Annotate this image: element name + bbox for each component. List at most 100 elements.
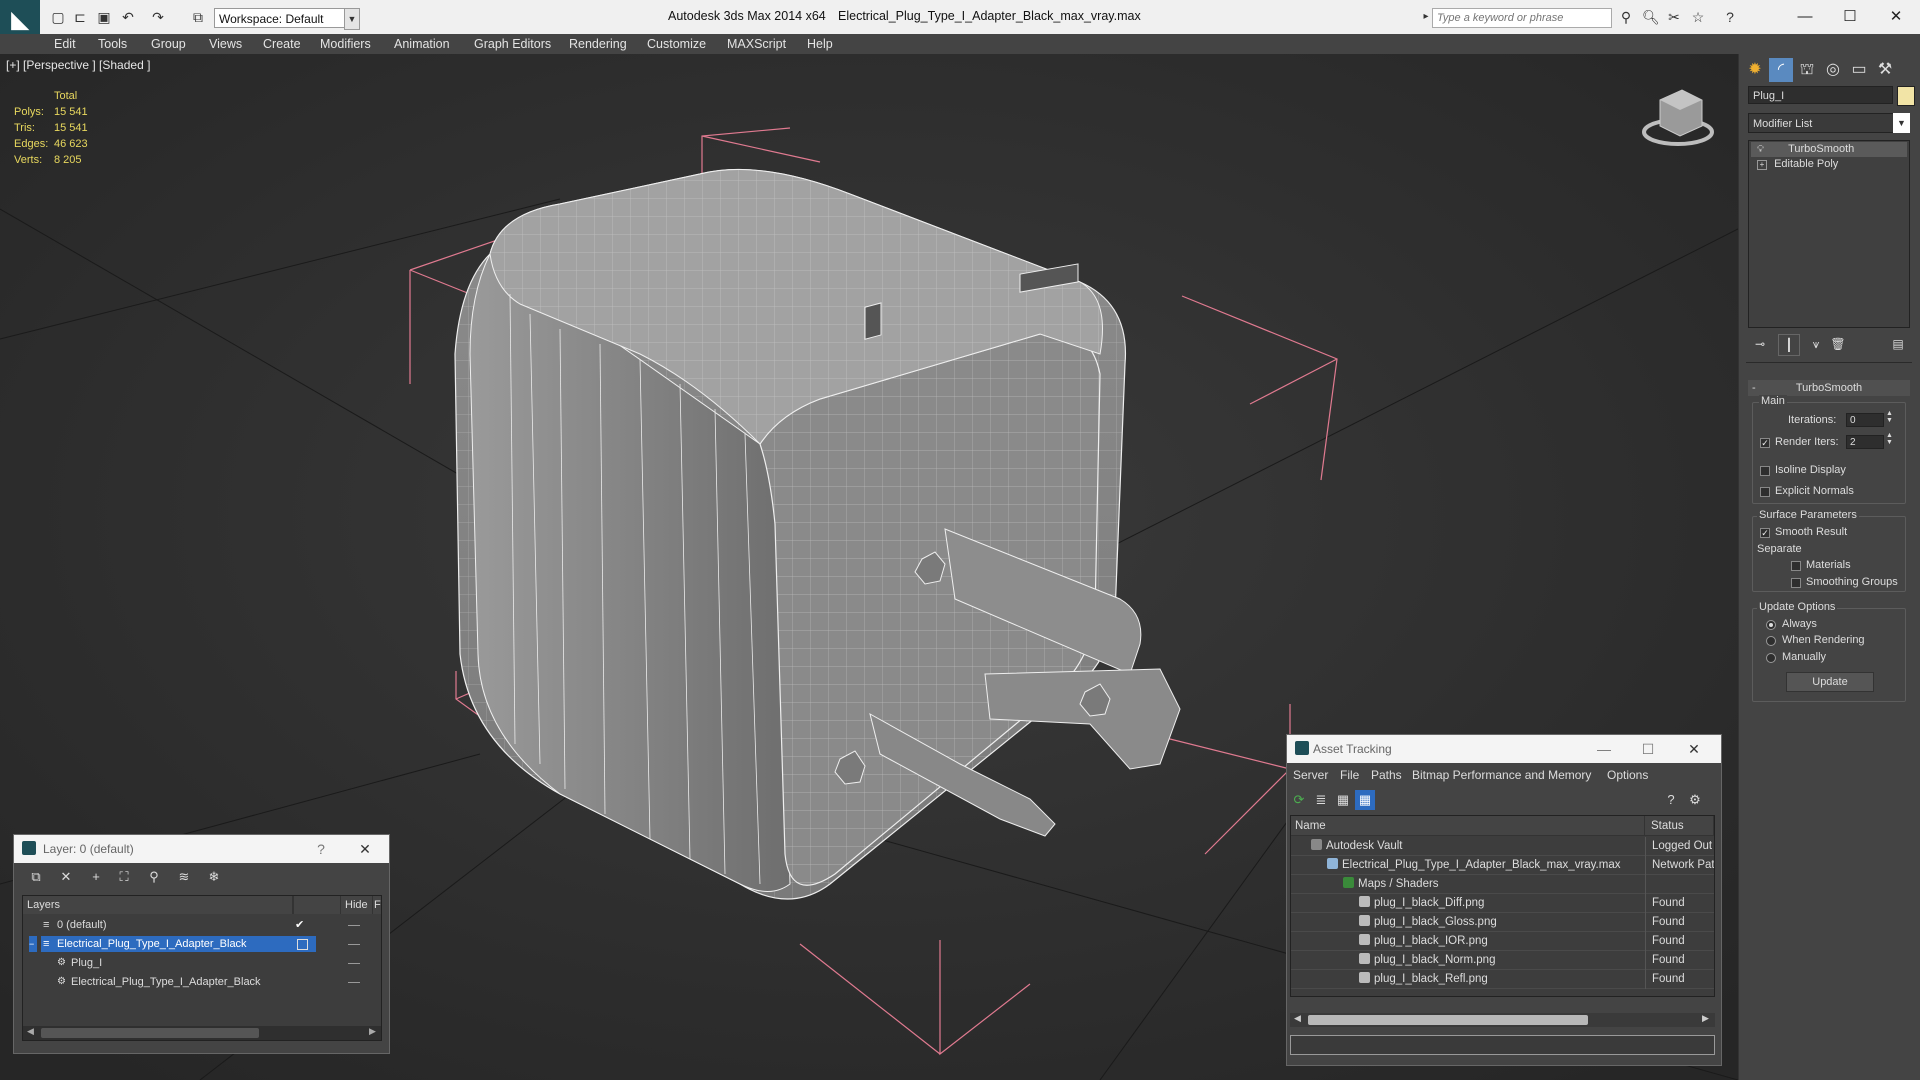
refresh-icon[interactable]: ⟳ bbox=[1289, 790, 1309, 810]
close-icon[interactable]: ✕ bbox=[1677, 737, 1711, 761]
scrollbar-thumb[interactable] bbox=[41, 1028, 259, 1038]
chevron-down-icon[interactable]: ▼ bbox=[344, 8, 360, 30]
menu-modifiers[interactable]: Modifiers bbox=[320, 34, 371, 54]
smoothing-groups-checkbox[interactable] bbox=[1791, 578, 1801, 588]
workspace-dropdown[interactable]: Workspace: Default bbox=[214, 8, 350, 28]
menu-create[interactable]: Create bbox=[263, 34, 301, 54]
maximize-icon[interactable]: ☐ bbox=[1631, 737, 1665, 761]
spinner-arrows-icon[interactable]: ▲ ▼ bbox=[1886, 432, 1893, 446]
help-button[interactable]: ? bbox=[304, 837, 338, 861]
asset-menu-paths[interactable]: Paths bbox=[1371, 764, 1402, 786]
search-icon[interactable]: 🔍︎ bbox=[1642, 9, 1660, 25]
active-layer-check-icon[interactable]: ✔ bbox=[295, 917, 304, 933]
pin-stack-icon[interactable]: ⊸ bbox=[1750, 334, 1770, 354]
motion-tab-icon[interactable]: ◎ bbox=[1821, 58, 1845, 82]
menu-group[interactable]: Group bbox=[151, 34, 186, 54]
scroll-right-icon[interactable]: ▶ bbox=[369, 1026, 376, 1037]
smooth-result-checkbox[interactable]: ✓ bbox=[1760, 528, 1770, 538]
expand-icon[interactable]: − bbox=[29, 936, 37, 952]
settings-icon[interactable]: ⚙ bbox=[1685, 790, 1705, 810]
horizontal-scrollbar[interactable]: ◀ ▶ bbox=[23, 1026, 381, 1040]
show-end-result-icon[interactable]: ┃ bbox=[1778, 334, 1800, 356]
asset-row[interactable]: Autodesk Vault Logged Out bbox=[1291, 837, 1714, 856]
layer-row[interactable]: ≡ 0 (default) ✔ bbox=[23, 916, 381, 935]
asset-row[interactable]: plug_I_black_IOR.png Found bbox=[1291, 932, 1714, 951]
help-icon[interactable]: ? bbox=[1722, 9, 1738, 25]
hierarchy-tab-icon[interactable]: ⛫ bbox=[1795, 58, 1819, 82]
status-column-header[interactable]: Status bbox=[1645, 816, 1714, 836]
binoculars-icon[interactable]: ⚲ bbox=[1618, 9, 1634, 25]
when-rendering-radio[interactable] bbox=[1766, 636, 1776, 646]
save-icon[interactable]: ▣ bbox=[96, 9, 112, 25]
hide-toggle[interactable] bbox=[348, 982, 360, 983]
modifier-list-dropdown[interactable]: Modifier List bbox=[1748, 113, 1910, 133]
thumbnail-view-icon[interactable]: ▦ bbox=[1333, 790, 1353, 810]
layer-dialog-titlebar[interactable]: Layer: 0 (default) ? ✕ bbox=[14, 835, 389, 863]
select-objects-icon[interactable]: ⛶ bbox=[114, 867, 134, 887]
new-file-icon[interactable]: ▢ bbox=[50, 9, 66, 25]
chevron-down-icon[interactable]: ▼ bbox=[1893, 113, 1910, 133]
undo-icon[interactable]: ↶ bbox=[120, 9, 136, 25]
isoline-display-checkbox[interactable] bbox=[1760, 466, 1770, 476]
menu-views[interactable]: Views bbox=[209, 34, 242, 54]
asset-row[interactable]: plug_I_black_Refl.png Found bbox=[1291, 970, 1714, 989]
minimize-icon[interactable]: — bbox=[1587, 737, 1621, 761]
hide-toggle[interactable] bbox=[348, 963, 360, 964]
asset-menu-bitmap-performance[interactable]: Bitmap Performance and Memory bbox=[1412, 764, 1591, 786]
scroll-left-icon[interactable]: ◀ bbox=[27, 1026, 34, 1037]
collapse-icon[interactable]: - bbox=[1752, 380, 1756, 396]
always-radio[interactable] bbox=[1766, 620, 1776, 630]
explicit-normals-checkbox[interactable] bbox=[1760, 487, 1770, 497]
object-row[interactable]: ⚙ Electrical_Plug_Type_I_Adapter_Black bbox=[23, 973, 381, 992]
viewport-label[interactable]: [+] [Perspective ] [Shaded ] bbox=[6, 58, 150, 72]
layer-row-selected[interactable]: − Electrical_Plug_Type_I_Adapter_Black ≡ bbox=[23, 935, 381, 954]
asset-row[interactable]: Maps / Shaders bbox=[1291, 875, 1714, 894]
spinner-arrows-icon[interactable]: ▲ ▼ bbox=[1886, 410, 1893, 424]
delete-layer-icon[interactable]: ✕ bbox=[56, 867, 76, 887]
asset-menu-options[interactable]: Options bbox=[1607, 764, 1648, 786]
asset-row[interactable]: plug_I_black_Norm.png Found bbox=[1291, 951, 1714, 970]
hide-toggle[interactable] bbox=[348, 944, 360, 945]
layers-column-header[interactable]: Layers bbox=[23, 896, 293, 914]
name-column-header[interactable]: Name bbox=[1291, 816, 1645, 836]
asset-menu-file[interactable]: File bbox=[1340, 764, 1359, 786]
asset-dialog-titlebar[interactable]: Asset Tracking — ☐ ✕ bbox=[1287, 735, 1721, 763]
materials-checkbox[interactable] bbox=[1791, 561, 1801, 571]
display-tab-icon[interactable]: ▭ bbox=[1847, 58, 1871, 82]
exchange-icon[interactable]: ✂ bbox=[1666, 9, 1682, 25]
set-active-layer-box[interactable] bbox=[297, 939, 308, 950]
favorites-star-icon[interactable]: ☆ bbox=[1690, 9, 1706, 25]
create-layer-icon[interactable]: ⧉ bbox=[26, 867, 46, 887]
menu-tools[interactable]: Tools bbox=[98, 34, 127, 54]
close-icon[interactable]: ✕ bbox=[1876, 5, 1916, 29]
expand-icon[interactable]: + bbox=[1757, 160, 1767, 170]
asset-row[interactable]: plug_I_black_Diff.png Found bbox=[1291, 894, 1714, 913]
menu-customize[interactable]: Customize bbox=[647, 34, 706, 54]
hide-column-header[interactable]: Hide bbox=[341, 896, 373, 914]
lightbulb-icon[interactable]: 💡︎ bbox=[1757, 142, 1767, 157]
add-to-layer-icon[interactable]: + bbox=[86, 867, 106, 887]
search-input[interactable] bbox=[1432, 8, 1612, 28]
menu-animation[interactable]: Animation bbox=[394, 34, 450, 54]
iterations-spinner[interactable]: 0 bbox=[1846, 413, 1884, 427]
menu-help[interactable]: Help bbox=[807, 34, 833, 54]
horizontal-scrollbar[interactable]: ◀ ▶ bbox=[1290, 1013, 1715, 1027]
create-tab-icon[interactable]: ✹ bbox=[1743, 58, 1767, 82]
list-view-icon[interactable]: ≣ bbox=[1311, 790, 1331, 810]
menu-rendering[interactable]: Rendering bbox=[569, 34, 627, 54]
utilities-tab-icon[interactable]: ⚒ bbox=[1873, 58, 1897, 82]
render-iters-spinner[interactable]: 2 bbox=[1846, 435, 1884, 449]
stack-item-editable-poly[interactable]: + Editable Poly bbox=[1751, 157, 1907, 172]
object-row[interactable]: ⚙ Plug_I bbox=[23, 954, 381, 973]
close-icon[interactable]: ✕ bbox=[348, 837, 382, 861]
project-folder-icon[interactable]: ⧉ bbox=[190, 9, 206, 25]
object-name-field[interactable]: Plug_I bbox=[1748, 86, 1893, 104]
modify-tab-icon[interactable]: ◜ bbox=[1769, 58, 1793, 82]
scroll-left-icon[interactable]: ◀ bbox=[1294, 1013, 1301, 1024]
stack-item-turbosmooth[interactable]: 💡︎ TurboSmooth bbox=[1751, 142, 1907, 157]
scroll-right-icon[interactable]: ▶ bbox=[1702, 1013, 1709, 1024]
help-icon[interactable]: ? bbox=[1661, 790, 1681, 810]
menu-edit[interactable]: Edit bbox=[54, 34, 76, 54]
remove-modifier-icon[interactable]: 🗑︎ bbox=[1828, 334, 1848, 354]
spacer-column-header[interactable] bbox=[293, 896, 341, 914]
